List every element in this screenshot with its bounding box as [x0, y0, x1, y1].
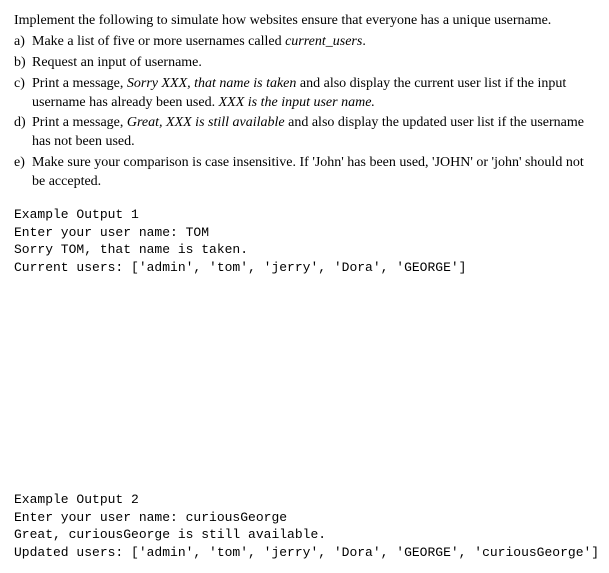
item-d: d) Print a message, Great, XXX is still …: [14, 114, 595, 152]
item-b-content: Request an input of username.: [32, 54, 595, 73]
item-d-content: Print a message, Great, XXX is still ava…: [32, 114, 595, 152]
item-c-em1: Sorry XXX, that name is taken: [127, 76, 297, 91]
item-a-marker: a): [14, 33, 32, 52]
example2-title: Example Output 2: [14, 491, 595, 509]
item-a-pre: Make a list of five or more usernames ca…: [32, 34, 285, 49]
example1-line1: Enter your user name: TOM: [14, 224, 595, 242]
example1-line2: Sorry TOM, that name is taken.: [14, 241, 595, 259]
example2-line2: Great, curiousGeorge is still available.: [14, 526, 595, 544]
item-a-post: .: [362, 34, 366, 49]
item-c: c) Print a message, Sorry XXX, that name…: [14, 75, 595, 113]
item-e-marker: e): [14, 154, 32, 192]
intro-text: Implement the following to simulate how …: [14, 12, 595, 31]
item-a-em: current_users: [285, 34, 362, 49]
example1-line3: Current users: ['admin', 'tom', 'jerry',…: [14, 259, 595, 277]
item-d-pre: Print a message,: [32, 115, 127, 130]
item-b-marker: b): [14, 54, 32, 73]
item-c-em2: XXX is the input user name.: [219, 95, 375, 110]
item-d-em: Great, XXX is still available: [127, 115, 285, 130]
example-output-2: Example Output 2 Enter your user name: c…: [14, 491, 595, 561]
item-a: a) Make a list of five or more usernames…: [14, 33, 595, 52]
item-c-marker: c): [14, 75, 32, 113]
item-a-content: Make a list of five or more usernames ca…: [32, 33, 595, 52]
item-e: e) Make sure your comparison is case ins…: [14, 154, 595, 192]
item-c-content: Print a message, Sorry XXX, that name is…: [32, 75, 595, 113]
item-e-content: Make sure your comparison is case insens…: [32, 154, 595, 192]
example-output-1: Example Output 1 Enter your user name: T…: [14, 206, 595, 276]
item-b: b) Request an input of username.: [14, 54, 595, 73]
item-c-pre: Print a message,: [32, 76, 127, 91]
item-d-marker: d): [14, 114, 32, 152]
example1-title: Example Output 1: [14, 206, 595, 224]
example2-line1: Enter your user name: curiousGeorge: [14, 509, 595, 527]
example2-line3: Updated users: ['admin', 'tom', 'jerry',…: [14, 544, 595, 562]
